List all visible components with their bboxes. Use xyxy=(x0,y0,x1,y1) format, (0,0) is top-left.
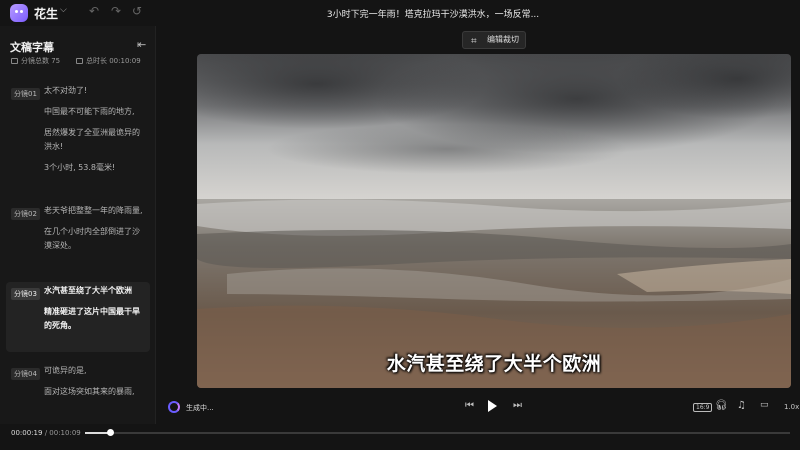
segment-line[interactable]: 精准砸进了这片中国最干旱的死角。 xyxy=(44,303,146,338)
segment-tag: 分镜03 xyxy=(11,288,40,300)
segment-tag: 分镜01 xyxy=(11,88,40,100)
document-title: 3小时下完一年雨！塔克拉玛干沙漠洪水，一场反常... xyxy=(326,10,540,20)
segment-item[interactable]: 分镜04 可诡异的是, 面对这场突如其来的暴雨, xyxy=(0,362,155,424)
progress-handle[interactable] xyxy=(106,429,114,436)
progress-fill xyxy=(85,432,110,434)
segment-tag: 分镜02 xyxy=(11,208,40,220)
progress-bar[interactable] xyxy=(85,429,790,436)
aspect-ratio-label: 16:9 xyxy=(693,403,713,412)
segment-item[interactable]: 分镜01 太不对劲了! 中国最不可能下雨的地方, 居然爆发了全亚洲最诡异的洪水!… xyxy=(0,82,155,202)
headphones-icon[interactable]: 🎧︎ xyxy=(715,400,728,411)
crop-icon: ⌗ xyxy=(471,36,477,47)
segment-line[interactable]: 老天爷把整整一年的降雨量, xyxy=(44,202,146,223)
segment-item-active[interactable]: 分镜03 水汽甚至绕了大半个欧洲 精准砸进了这片中国最干旱的死角。 xyxy=(6,282,150,352)
playback-speed[interactable]: 1.0x xyxy=(784,403,799,413)
video-frame-image xyxy=(197,54,791,388)
segment-tag: 分镜04 xyxy=(11,368,40,380)
loading-spinner-icon xyxy=(168,401,180,413)
play-button[interactable] xyxy=(488,400,497,412)
previous-icon[interactable]: ⏮ xyxy=(465,400,474,411)
segment-line[interactable]: 中国最不可能下雨的地方, xyxy=(44,103,146,124)
segment-line[interactable]: 太不对劲了! xyxy=(44,82,146,103)
segment-list: 分镜01 太不对劲了! 中国最不可能下雨的地方, 居然爆发了全亚洲最诡异的洪水!… xyxy=(0,82,155,424)
sidebar-title: 文稿字幕 xyxy=(10,41,54,54)
segment-line[interactable]: 居然爆发了全亚洲最诡异的洪水! xyxy=(44,124,146,159)
voice-icon[interactable]: ♫ xyxy=(737,400,746,411)
subtitle-icon[interactable]: ▭ xyxy=(760,400,769,410)
collapse-sidebar-icon[interactable]: ⇤ xyxy=(137,38,146,51)
segment-line[interactable]: 在几个小时内全部倒进了沙漠深处。 xyxy=(44,223,146,258)
time-display: 00:00:19 / 00:10:09 xyxy=(11,429,81,437)
video-subtitle: 水汽甚至绕了大半个欧洲 xyxy=(386,353,602,375)
top-bar: 花生 ⌵ ↶ ↷ ↺ 3小时下完一年雨！塔克拉玛干沙漠洪水，一场反常... xyxy=(0,0,800,26)
script-sidebar: 文稿字幕 ⇤ 分镜总数 75 总时长 00:10:09 分镜01 太不对劲了! … xyxy=(0,26,156,424)
generation-status: 生成中... xyxy=(186,404,214,412)
next-icon[interactable]: ⏭ xyxy=(513,400,522,411)
clock-square-icon xyxy=(76,58,83,64)
segment-item[interactable]: 分镜02 老天爷把整整一年的降雨量, 在几个小时内全部倒进了沙漠深处。 xyxy=(0,202,155,282)
play-square-icon xyxy=(11,58,18,64)
segment-count: 分镜总数 75 xyxy=(11,56,60,66)
edit-crop-label: 编辑裁切 xyxy=(487,35,519,44)
total-time: 00:10:09 xyxy=(49,429,81,437)
segment-line[interactable]: 面对这场突如其来的暴雨, xyxy=(44,383,146,404)
segment-line[interactable]: 可诡异的是, xyxy=(44,362,146,383)
video-preview[interactable]: 水汽甚至绕了大半个欧洲 xyxy=(197,54,791,388)
total-duration: 总时长 00:10:09 xyxy=(76,56,141,66)
aspect-ratio-button[interactable]: 16:9 xyxy=(693,402,713,412)
edit-crop-button[interactable]: ⌗ 编辑裁切 xyxy=(462,31,526,49)
current-time: 00:00:19 xyxy=(11,429,43,437)
segment-line[interactable]: 3个小时, 53.8毫米! xyxy=(44,159,146,180)
segment-line[interactable]: 水汽甚至绕了大半个欧洲 xyxy=(44,282,146,303)
